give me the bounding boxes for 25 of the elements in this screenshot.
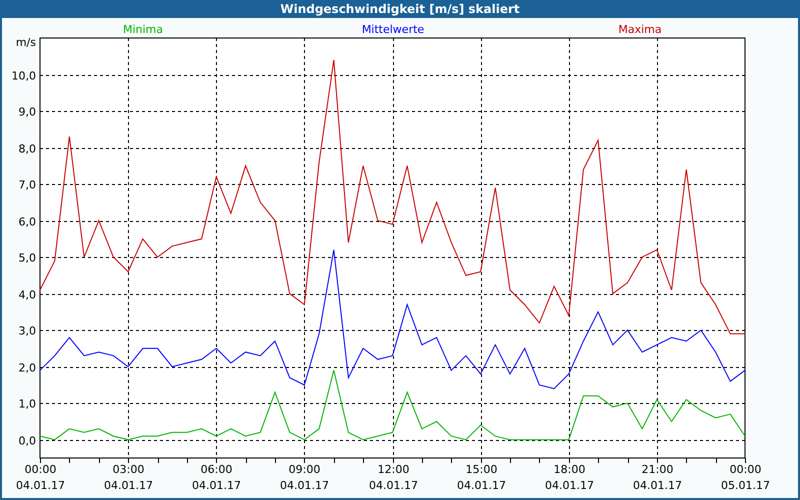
legend-label: Mittelwerte [362, 23, 424, 36]
y-tick-label: 3,0 [18, 324, 36, 338]
y-axis-unit: m/s [16, 36, 36, 49]
x-tick-label: 18:00 04.01.17 [545, 463, 594, 492]
y-tick-label: 10,0 [12, 70, 36, 82]
y-tick-label: 1,0 [18, 398, 36, 410]
x-tick-label: 21:00 04.01.17 [633, 463, 682, 492]
y-tick-label: 5,0 [18, 252, 36, 264]
x-tick-label: 03:00 04.01.17 [104, 463, 153, 492]
y-tick-label: 7,0 [18, 178, 36, 192]
legend-label: Minima [122, 23, 164, 36]
x-tick-label: 00:00 04.01.17 [16, 463, 65, 492]
x-tick-label: 12:00 04.01.17 [369, 463, 418, 492]
y-tick-label: 4,0 [18, 288, 36, 302]
x-tick-label: 00:00 05.01.17 [721, 463, 770, 492]
y-tick-label: 2,0 [18, 362, 36, 374]
window-title: Windgeschwindigkeit [m/s] skaliert [280, 2, 520, 16]
x-tick-label: 09:00 04.01.17 [280, 463, 329, 492]
y-tick-label: 6,0 [18, 216, 36, 228]
legend-label: Maxima [618, 23, 662, 36]
x-tick-label: 06:00 04.01.17 [192, 463, 241, 492]
y-tick-label: 0,0 [18, 434, 36, 448]
y-tick-label: 8,0 [18, 142, 36, 156]
x-tick-label: 15:00 04.01.17 [457, 463, 506, 492]
y-tick-label: 9,0 [18, 106, 36, 118]
